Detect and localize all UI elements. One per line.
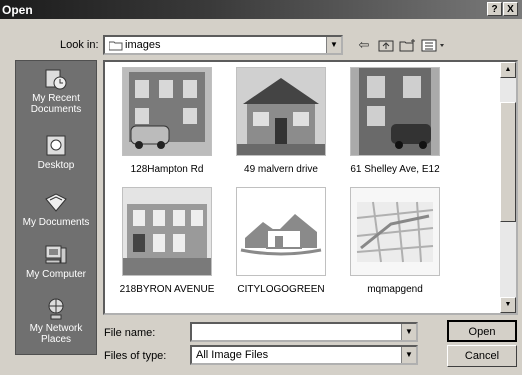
thumbnail-image: [350, 67, 440, 156]
file-name: 49 malvern drive: [244, 164, 318, 175]
window-title: Open: [2, 3, 33, 17]
back-arrow-icon[interactable]: ⇦: [354, 36, 374, 54]
file-item[interactable]: 128Hampton Rd: [111, 67, 223, 175]
title-bar: Open ? X: [0, 0, 522, 19]
chevron-down-icon[interactable]: ▼: [401, 324, 416, 340]
thumbnail-image: [122, 67, 212, 156]
chevron-down-icon[interactable]: ▼: [326, 37, 341, 53]
computer-icon: [45, 245, 67, 264]
new-folder-icon[interactable]: [398, 36, 418, 54]
thumbnail-image: [350, 187, 440, 276]
place-label: My Recent Documents: [30, 93, 82, 115]
thumbnail-image: [236, 67, 326, 156]
file-item[interactable]: 218BYRON AVENUE: [111, 187, 223, 295]
file-type-value: All Image Files: [196, 349, 269, 361]
up-folder-icon[interactable]: [376, 36, 396, 54]
look-in-value: images: [125, 39, 161, 51]
folder-icon: [109, 41, 123, 51]
file-list[interactable]: 128Hampton Rd 49 malvern drive 61 Shelle…: [103, 60, 518, 315]
places-bar: My Recent Documents Desktop My Documents…: [15, 60, 97, 355]
close-button[interactable]: X: [503, 2, 518, 16]
my-documents-icon: [45, 193, 67, 212]
help-button[interactable]: ?: [487, 2, 502, 16]
scroll-down-icon[interactable]: ▼: [500, 297, 516, 313]
file-name: 61 Shelley Ave, E12: [350, 164, 440, 175]
chevron-down-icon[interactable]: ▼: [401, 347, 416, 363]
look-in-dropdown[interactable]: images ▼: [103, 35, 343, 55]
place-my-recent-documents[interactable]: My Recent Documents: [16, 67, 96, 115]
thumbnail-image: [236, 187, 326, 276]
cancel-button[interactable]: Cancel: [447, 345, 517, 367]
place-label: My Computer: [25, 269, 86, 280]
place-my-network-places[interactable]: My Network Places: [16, 297, 96, 345]
file-type-label: Files of type:: [104, 350, 167, 362]
place-my-computer[interactable]: My Computer: [16, 243, 96, 280]
scroll-up-icon[interactable]: ▲: [500, 62, 516, 78]
file-name: mqmapgend: [367, 284, 423, 295]
file-name-input[interactable]: ▼: [190, 322, 418, 342]
place-desktop[interactable]: Desktop: [16, 134, 96, 171]
desktop-icon: [46, 135, 66, 156]
vertical-scrollbar[interactable]: ▲ ▼: [500, 62, 516, 313]
file-name: 218BYRON AVENUE: [119, 284, 215, 295]
file-name: CITYLOGOGREEN: [237, 284, 325, 295]
thumbnail-image: [122, 187, 212, 276]
file-name-label: File name:: [104, 327, 156, 339]
network-icon: [48, 298, 64, 320]
file-name: 128Hampton Rd: [130, 164, 204, 175]
place-label: My Documents: [22, 217, 90, 228]
file-item[interactable]: 61 Shelley Ave, E12: [339, 67, 451, 175]
file-item[interactable]: 49 malvern drive: [225, 67, 337, 175]
look-in-label: Look in:: [60, 39, 99, 51]
place-label: Desktop: [37, 160, 75, 171]
file-type-select[interactable]: All Image Files ▼: [190, 345, 418, 365]
recent-documents-icon: [45, 69, 67, 90]
open-button[interactable]: Open: [447, 320, 517, 342]
file-item[interactable]: CITYLOGOGREEN: [225, 187, 337, 295]
place-label: My Network Places: [29, 323, 83, 345]
scroll-thumb[interactable]: [500, 102, 516, 222]
place-my-documents[interactable]: My Documents: [16, 191, 96, 228]
views-menu-icon[interactable]: [420, 36, 448, 54]
file-item[interactable]: mqmapgend: [339, 187, 451, 295]
